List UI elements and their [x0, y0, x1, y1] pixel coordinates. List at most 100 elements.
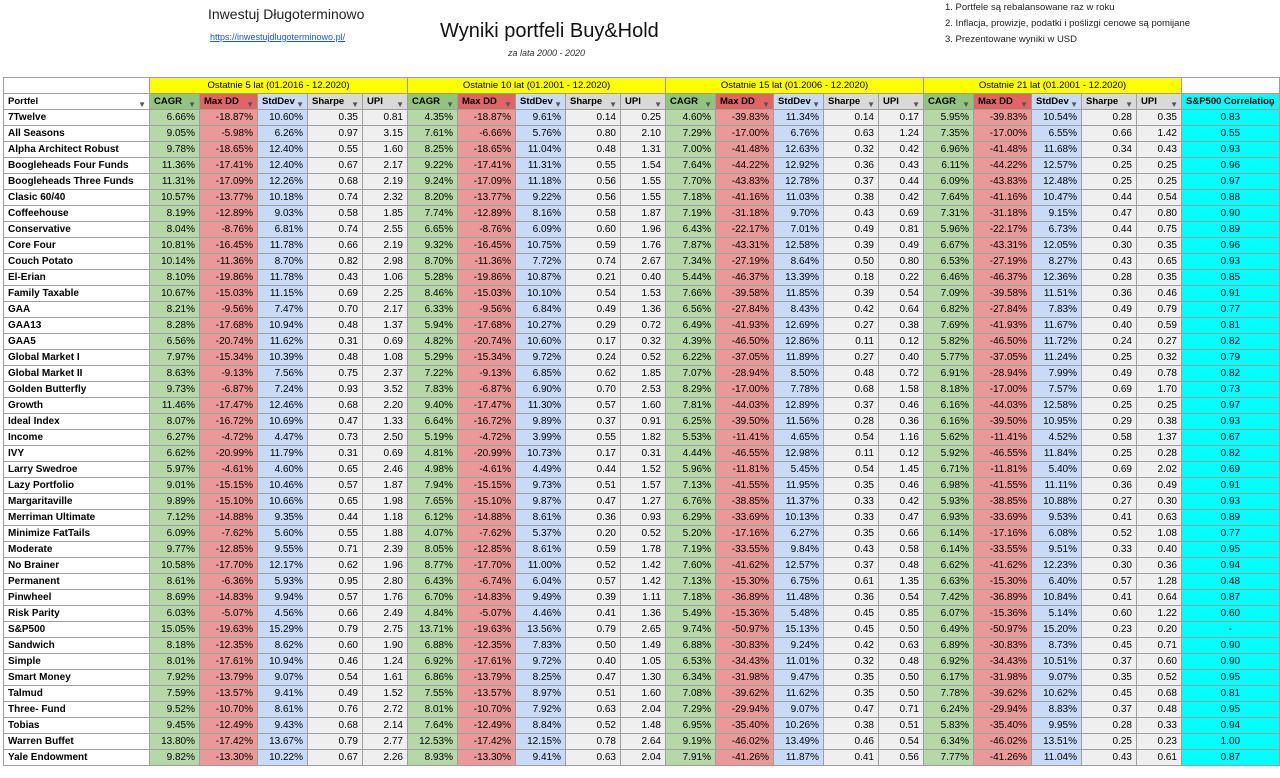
cell-sharpe[interactable]: 0.36 [1081, 285, 1137, 302]
column-header-max-dd[interactable]: Max DD ▼ [457, 93, 516, 110]
cell-stddev[interactable]: 12.40% [257, 157, 308, 174]
cell-upi[interactable]: 2.14 [362, 717, 408, 734]
cell-stddev[interactable]: 9.73% [515, 477, 566, 494]
cell-max-dd[interactable]: -18.87% [457, 109, 516, 126]
cell-max-dd[interactable]: -50.97% [973, 621, 1032, 638]
cell-max-dd[interactable]: -20.99% [457, 445, 516, 462]
column-header-stddev[interactable]: StdDev ▼ [257, 93, 308, 110]
cell-sharpe[interactable]: 0.14 [823, 109, 879, 126]
filter-icon[interactable]: ▼ [396, 100, 404, 109]
cell-sharpe[interactable]: 0.33 [1081, 541, 1137, 558]
cell-sharpe[interactable]: 0.68 [307, 717, 363, 734]
cell-upi[interactable]: 0.35 [1136, 237, 1182, 254]
cell-max-dd[interactable]: -13.77% [457, 189, 516, 206]
cell-max-dd[interactable]: -9.56% [457, 301, 516, 318]
column-header-cagr[interactable]: CAGR ▼ [407, 93, 458, 110]
cell-max-dd[interactable]: -17.42% [199, 733, 258, 750]
cell-stddev[interactable]: 11.79% [257, 445, 308, 462]
cell-max-dd[interactable]: -41.26% [973, 749, 1032, 766]
cell-upi[interactable]: 2.75 [362, 621, 408, 638]
cell-sharpe[interactable]: 0.57 [1081, 573, 1137, 590]
cell-max-dd[interactable]: -19.86% [199, 269, 258, 286]
cell-max-dd[interactable]: -17.68% [199, 317, 258, 334]
cell-stddev[interactable]: 7.78% [773, 381, 824, 398]
portfolio-name[interactable]: Simple [3, 653, 150, 670]
cell-cagr[interactable]: 4.60% [665, 109, 716, 126]
cell-max-dd[interactable]: -46.55% [973, 445, 1032, 462]
cell-upi[interactable]: 0.54 [878, 285, 924, 302]
cell-upi[interactable]: 1.76 [362, 589, 408, 606]
cell-correlation[interactable]: 0.82 [1181, 333, 1280, 350]
cell-upi[interactable]: 0.23 [1136, 733, 1182, 750]
cell-sharpe[interactable]: 0.51 [565, 685, 621, 702]
cell-max-dd[interactable]: -28.94% [973, 365, 1032, 382]
cell-max-dd[interactable]: -41.93% [715, 317, 774, 334]
cell-sharpe[interactable]: 0.65 [307, 461, 363, 478]
cell-upi[interactable]: 2.67 [620, 253, 666, 270]
cell-cagr[interactable]: 6.96% [923, 141, 974, 158]
cell-sharpe[interactable]: 0.40 [565, 653, 621, 670]
cell-stddev[interactable]: 5.60% [257, 525, 308, 542]
cell-stddev[interactable]: 11.00% [515, 557, 566, 574]
cell-sharpe[interactable]: 0.49 [565, 301, 621, 318]
cell-stddev[interactable]: 10.10% [515, 285, 566, 302]
cell-upi[interactable]: 3.52 [362, 381, 408, 398]
cell-max-dd[interactable]: -11.41% [973, 429, 1032, 446]
cell-correlation[interactable]: 0.77 [1181, 525, 1280, 542]
cell-max-dd[interactable]: -6.66% [457, 125, 516, 142]
cell-max-dd[interactable]: -18.87% [199, 109, 258, 126]
cell-correlation[interactable]: 0.82 [1181, 445, 1280, 462]
cell-upi[interactable]: 2.49 [362, 605, 408, 622]
cell-cagr[interactable]: 8.19% [149, 205, 200, 222]
cell-max-dd[interactable]: -14.88% [199, 509, 258, 526]
cell-cagr[interactable]: 5.82% [923, 333, 974, 350]
portfolio-name[interactable]: Larry Swedroe [3, 461, 150, 478]
cell-stddev[interactable]: 11.04% [1031, 749, 1082, 766]
cell-sharpe[interactable]: 0.31 [307, 333, 363, 350]
cell-max-dd[interactable]: -17.00% [973, 381, 1032, 398]
column-header-sharpe[interactable]: Sharpe ▼ [823, 93, 879, 110]
cell-upi[interactable]: 1.58 [878, 381, 924, 398]
cell-sharpe[interactable]: 0.41 [1081, 589, 1137, 606]
cell-correlation[interactable]: 0.81 [1181, 685, 1280, 702]
cell-correlation[interactable]: 0.87 [1181, 589, 1280, 606]
cell-cagr[interactable]: 8.21% [149, 301, 200, 318]
cell-cagr[interactable]: 6.88% [665, 637, 716, 654]
cell-max-dd[interactable]: -12.35% [199, 637, 258, 654]
cell-max-dd[interactable]: -13.30% [199, 749, 258, 766]
cell-stddev[interactable]: 15.29% [257, 621, 308, 638]
cell-sharpe[interactable]: 0.57 [565, 397, 621, 414]
cell-sharpe[interactable]: 0.79 [565, 621, 621, 638]
cell-max-dd[interactable]: -16.72% [457, 413, 516, 430]
filter-icon[interactable]: ▼ [188, 100, 196, 109]
cell-sharpe[interactable]: 0.66 [307, 237, 363, 254]
cell-max-dd[interactable]: -10.70% [199, 701, 258, 718]
portfolio-name[interactable]: Global Market II [3, 365, 150, 382]
cell-stddev[interactable]: 7.24% [257, 381, 308, 398]
cell-sharpe[interactable]: 0.78 [565, 733, 621, 750]
cell-stddev[interactable]: 10.94% [257, 317, 308, 334]
cell-cagr[interactable]: 7.60% [665, 557, 716, 574]
filter-icon[interactable]: ▼ [138, 100, 146, 109]
cell-stddev[interactable]: 4.65% [773, 429, 824, 446]
cell-sharpe[interactable]: 0.47 [1081, 205, 1137, 222]
portfolio-name[interactable]: El-Erian [3, 269, 150, 286]
cell-cagr[interactable]: 7.92% [149, 669, 200, 686]
filter-icon[interactable]: ▼ [654, 100, 662, 109]
cell-cagr[interactable]: 8.70% [407, 253, 458, 270]
cell-cagr[interactable]: 9.77% [149, 541, 200, 558]
cell-sharpe[interactable]: 0.38 [823, 189, 879, 206]
cell-upi[interactable]: 0.50 [878, 685, 924, 702]
filter-icon[interactable]: ▼ [762, 100, 770, 109]
cell-cagr[interactable]: 7.34% [665, 253, 716, 270]
cell-correlation[interactable]: 0.89 [1181, 221, 1280, 238]
cell-upi[interactable]: 1.53 [620, 285, 666, 302]
cell-max-dd[interactable]: -15.36% [715, 605, 774, 622]
cell-cagr[interactable]: 11.31% [149, 173, 200, 190]
cell-upi[interactable]: 1.33 [362, 413, 408, 430]
cell-cagr[interactable]: 8.93% [407, 749, 458, 766]
column-header-cagr[interactable]: CAGR ▼ [665, 93, 716, 110]
cell-sharpe[interactable]: 0.63 [823, 125, 879, 142]
cell-cagr[interactable]: 9.82% [149, 749, 200, 766]
cell-sharpe[interactable]: 0.23 [1081, 621, 1137, 638]
